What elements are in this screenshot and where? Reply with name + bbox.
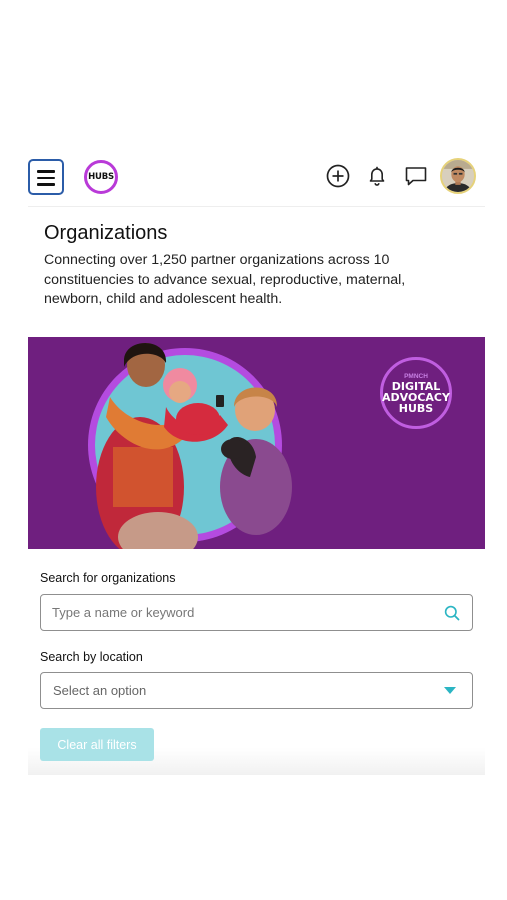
caret-down-icon [444,687,456,694]
hamburger-menu-icon [37,170,55,173]
hubs-logo-text: HUBS [88,172,114,182]
top-navigation-bar: HUBS [28,155,485,207]
clear-all-filters-button[interactable]: Clear all filters [40,728,154,761]
add-button[interactable] [325,163,351,189]
page-title: Organizations [44,222,168,244]
notifications-button[interactable] [364,163,390,189]
location-select[interactable]: Select an option [40,672,473,709]
badge-line-2: ADVOCACY [382,390,450,404]
search-filters: Search for organizations Search by locat… [28,549,485,775]
badge-line-1: DIGITAL [391,379,441,393]
org-search-label: Search for organizations [40,571,176,585]
hero-banner: PMNCH DIGITAL ADVOCACY HUBS [28,337,485,549]
badge-small-text: PMNCH [404,372,428,380]
search-icon[interactable] [444,605,460,621]
org-search-input[interactable] [41,595,436,630]
location-select-value: Select an option [53,683,147,698]
chat-bubble-icon [405,167,427,186]
bell-icon [369,166,385,186]
avatar-photo [442,160,474,192]
location-search-label: Search by location [40,650,143,664]
messages-button[interactable] [403,163,429,189]
badge-line-3: HUBS [398,401,434,415]
hamburger-menu-button[interactable] [28,159,64,195]
digital-advocacy-hubs-badge: PMNCH DIGITAL ADVOCACY HUBS [380,357,452,429]
plus-circle-icon [326,164,350,188]
org-search-field[interactable] [40,594,473,631]
user-avatar[interactable] [440,158,476,194]
page-description: Connecting over 1,250 partner organizati… [44,252,406,307]
hubs-logo[interactable]: HUBS [84,160,118,194]
